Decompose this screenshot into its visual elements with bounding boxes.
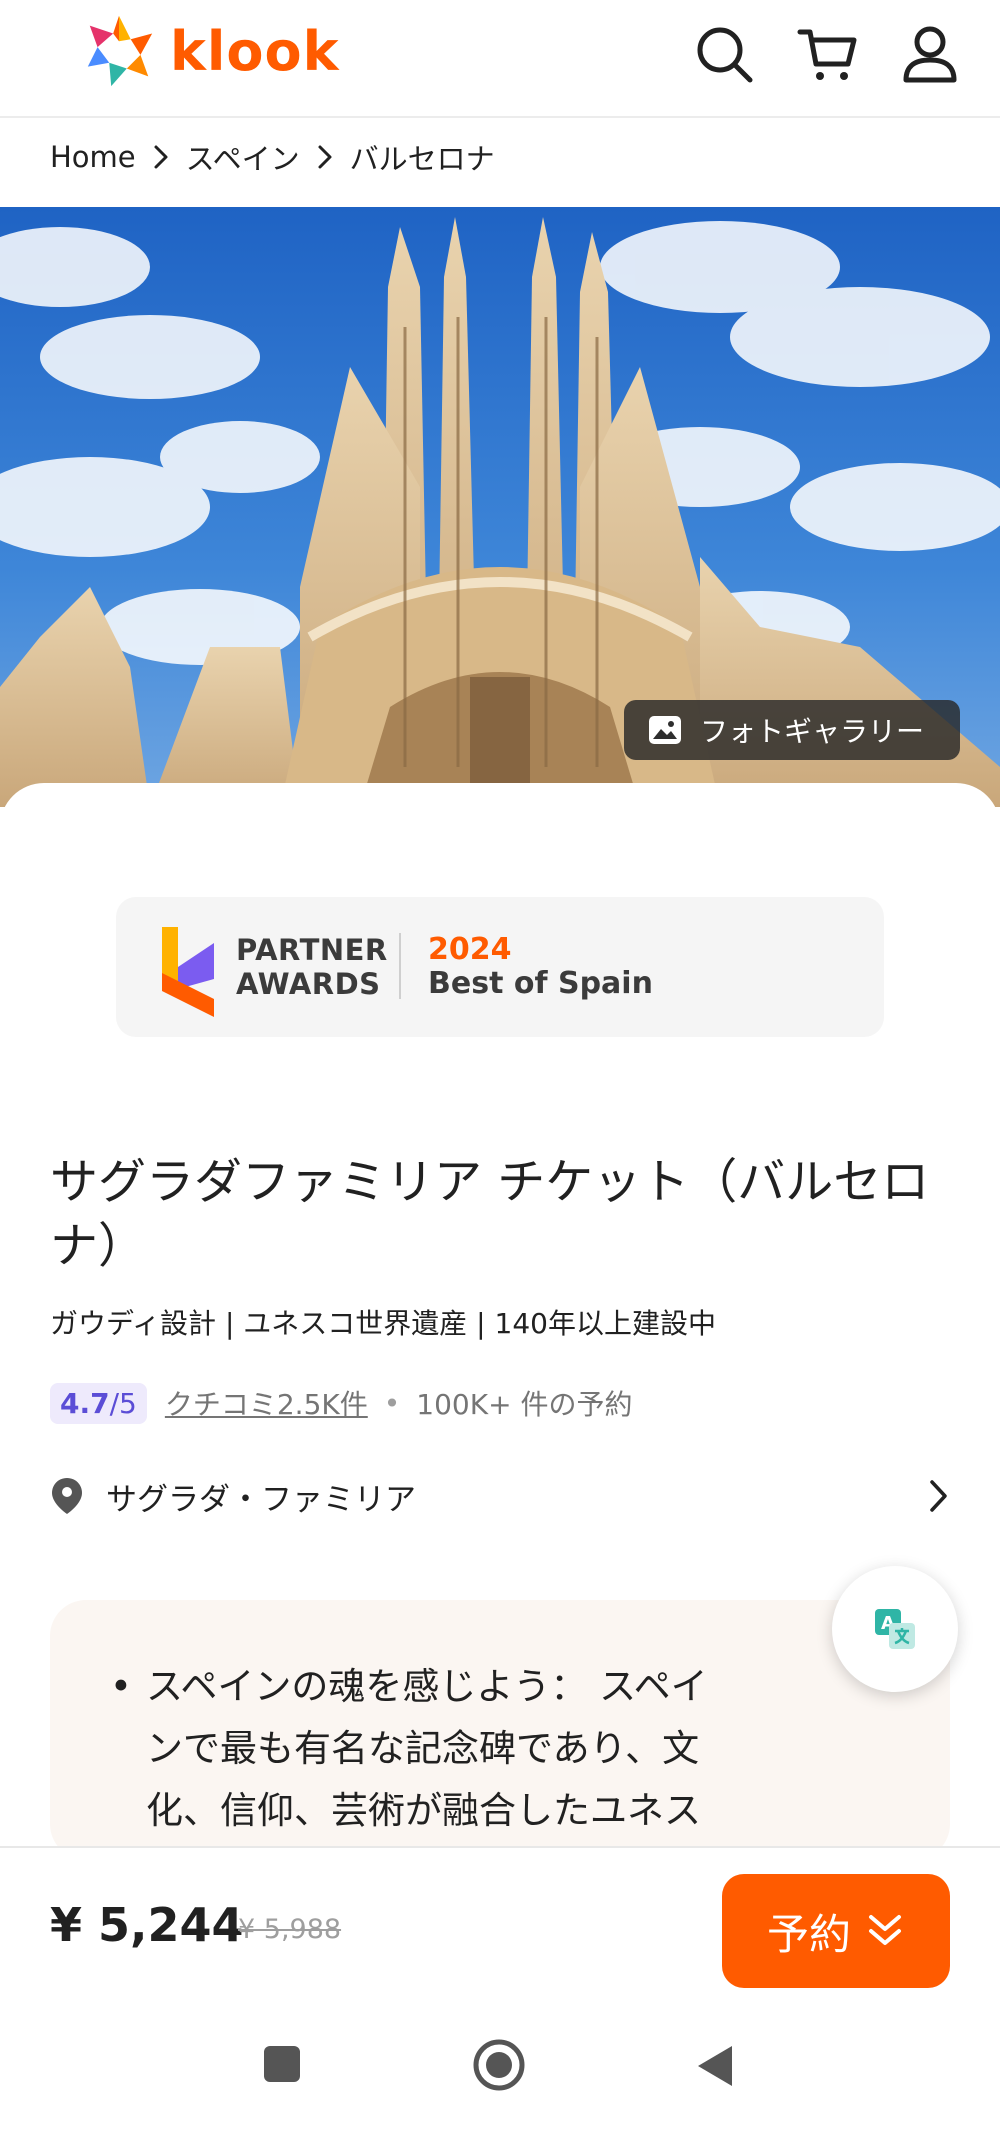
bookings-count: 100K+ 件の予約 <box>416 1388 633 1421</box>
klook-logo[interactable]: klook <box>80 12 340 90</box>
award-title: 2024 Best of Spain <box>428 933 653 1001</box>
klook-logo-text: klook <box>170 19 340 83</box>
recent-apps-icon[interactable] <box>262 2044 302 2084</box>
translate-button[interactable]: A <box>832 1566 958 1692</box>
award-line2: AWARDS <box>236 967 381 1001</box>
user-icon[interactable] <box>898 22 962 86</box>
award-year: 2024 <box>428 932 512 967</box>
rating-value: 4.7 <box>60 1386 110 1420</box>
klook-logo-icon <box>87 15 153 87</box>
award-divider <box>399 933 401 999</box>
award-name: Best of Spain <box>428 966 653 1001</box>
rating-max: /5 <box>109 1386 137 1420</box>
location-name: サグラダ・ファミリア <box>106 1481 416 1518</box>
product-subtitle: ガウディ設計 | ユネスコ世界遺産 | 140年以上建設中 <box>50 1307 716 1340</box>
breadcrumb-spain[interactable]: スペイン <box>186 136 300 178</box>
chevron-right-icon <box>930 1480 947 1512</box>
partner-award-badge: PARTNER AWARDS 2024 Best of Spain <box>116 897 884 1037</box>
translate-icon: A <box>875 1609 915 1649</box>
rating-badge: 4.7/5 <box>50 1382 147 1424</box>
photo-gallery-button[interactable]: フォトギャラリー <box>624 700 960 760</box>
award-line1: PARTNER <box>236 933 388 967</box>
breadcrumb-home[interactable]: Home <box>50 140 136 174</box>
current-price: ¥ 5,244 <box>50 1898 244 1952</box>
cart-icon[interactable] <box>796 22 860 86</box>
highlights-box: スペインの魂を感じよう： スペインで最も有名な記念碑であり、文化、信仰、芸術が融… <box>50 1600 950 1860</box>
product-title: サグラダファミリア チケット（バルセロナ） <box>50 1154 930 1274</box>
search-icon[interactable] <box>692 22 756 86</box>
breadcrumb-barcelona[interactable]: バルセロナ <box>350 136 495 178</box>
original-price: ¥ 5,988 <box>238 1914 342 1945</box>
book-button-label: 予約 <box>766 1909 851 1959</box>
rating-row: 4.7/5 クチコミ2.5K件 • 100K+ 件の予約 <box>50 1378 632 1428</box>
klook-k-icon <box>162 927 214 1017</box>
app-header: klook <box>0 0 1000 118</box>
system-nav-bar <box>0 2006 1000 2129</box>
chevron-right-icon <box>152 144 170 170</box>
double-chevron-down-icon <box>865 1911 905 1951</box>
location-row[interactable]: サグラダ・ファミリア <box>50 1468 950 1524</box>
image-icon <box>649 716 681 744</box>
breadcrumb: Home スペイン バルセロナ <box>50 132 495 182</box>
highlight-item: スペインの魂を感じよう： スペインで最も有名な記念碑であり、文化、信仰、芸術が融… <box>110 1656 730 1842</box>
location-pin-icon <box>52 1478 82 1514</box>
back-icon[interactable] <box>696 2044 736 2088</box>
home-button-icon[interactable] <box>472 2038 526 2092</box>
book-button[interactable]: 予約 <box>722 1874 950 1988</box>
booking-bar: ¥ 5,244 ¥ 5,988 予約 <box>0 1846 1000 2006</box>
separator-dot: • <box>383 1386 401 1420</box>
photo-gallery-label: フォトギャラリー <box>700 715 925 748</box>
reviews-link[interactable]: クチコミ2.5K件 <box>165 1383 368 1423</box>
award-program-label: PARTNER AWARDS <box>236 933 388 1001</box>
chevron-right-icon <box>316 144 334 170</box>
